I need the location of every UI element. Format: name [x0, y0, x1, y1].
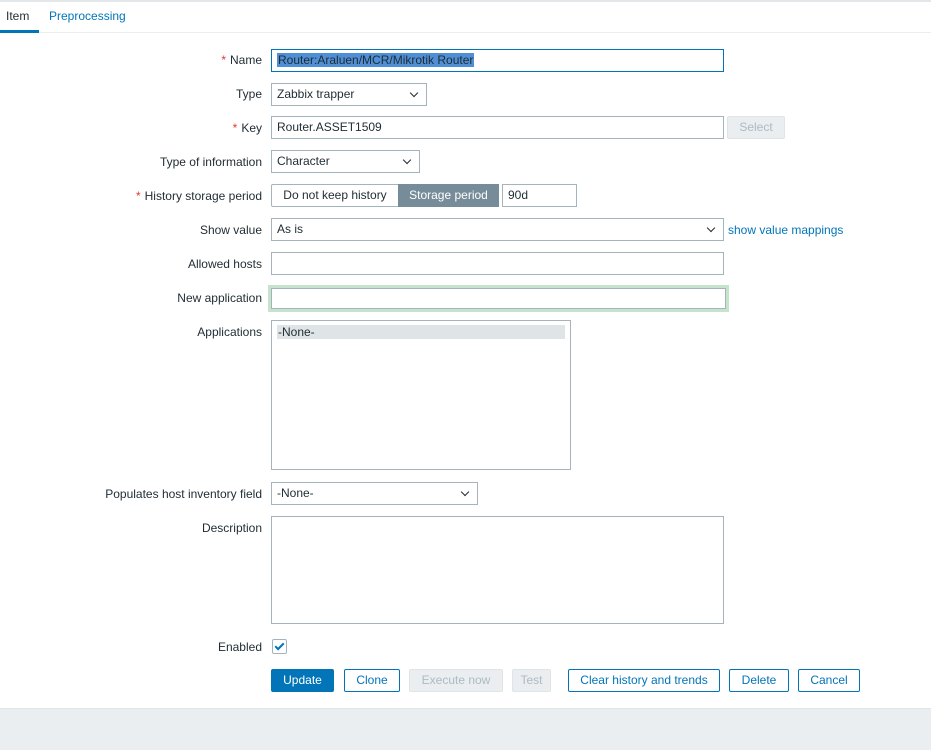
update-button[interactable]: Update	[271, 669, 334, 692]
applications-option[interactable]: -None-	[277, 325, 565, 339]
name-input[interactable]: Router:Araluen/MCR/Mikrotik Router	[271, 49, 724, 72]
applications-listbox[interactable]: -None-	[271, 320, 571, 470]
type-label: Type	[235, 87, 262, 101]
name-label: * Name	[221, 53, 262, 67]
applications-label: Applications	[197, 325, 262, 339]
tab-bar: Item Preprocessing	[0, 2, 931, 33]
show-value-select[interactable]: As is	[271, 218, 724, 241]
history-do-not-keep-option[interactable]: Do not keep history	[271, 184, 399, 207]
footer	[0, 708, 931, 750]
inventory-label: Populates host inventory field	[105, 487, 262, 501]
history-period-input[interactable]: 90d	[502, 184, 577, 207]
description-textarea[interactable]	[271, 516, 724, 624]
key-select-button[interactable]: Select	[727, 116, 785, 139]
description-label: Description	[201, 521, 262, 535]
type-of-information-select[interactable]: Character	[271, 150, 420, 173]
type-of-information-label: Type of information	[159, 155, 262, 169]
key-input[interactable]: Router.ASSET1509	[271, 116, 724, 139]
inventory-select[interactable]: -None-	[271, 482, 478, 505]
delete-button[interactable]: Delete	[729, 669, 789, 692]
active-tab-indicator	[0, 30, 39, 33]
key-label: * Key	[232, 121, 262, 135]
tab-item[interactable]: Item	[6, 9, 29, 23]
execute-now-button[interactable]: Execute now	[409, 669, 503, 692]
type-select[interactable]: Zabbix trapper	[271, 83, 427, 106]
enabled-checkbox[interactable]	[272, 639, 287, 654]
show-value-mappings-link[interactable]: show value mappings	[728, 223, 843, 237]
history-label: * History storage period	[135, 189, 262, 203]
allowed-hosts-input[interactable]	[271, 252, 724, 275]
clone-button[interactable]: Clone	[344, 669, 400, 692]
new-application-inner	[271, 288, 726, 309]
checkmark-icon	[274, 640, 285, 651]
show-value-label: Show value	[199, 223, 262, 237]
tab-preprocessing[interactable]: Preprocessing	[49, 9, 126, 23]
new-application-input[interactable]	[268, 285, 729, 312]
cancel-button[interactable]: Cancel	[798, 669, 860, 692]
test-button[interactable]: Test	[512, 669, 551, 692]
history-storage-period-option[interactable]: Storage period	[398, 184, 499, 207]
clear-history-button[interactable]: Clear history and trends	[568, 669, 720, 692]
allowed-hosts-label: Allowed hosts	[187, 257, 262, 271]
new-application-label: New application	[177, 291, 262, 305]
enabled-label: Enabled	[217, 640, 262, 654]
